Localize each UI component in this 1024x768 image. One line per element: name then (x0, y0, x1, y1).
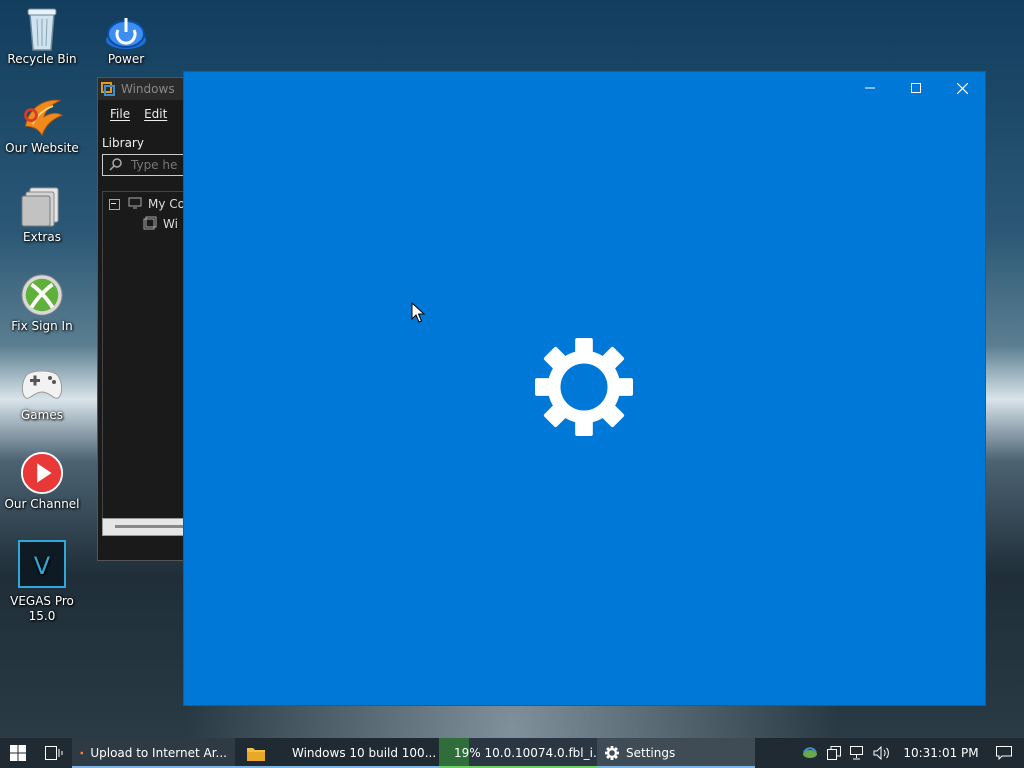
desktop-icon-label: Games (21, 408, 63, 422)
system-tray: 10:31:01 PM (798, 738, 1024, 768)
tray-download-manager[interactable] (798, 738, 822, 768)
search-icon (109, 157, 123, 174)
minimize-button[interactable] (847, 72, 893, 104)
task-view-button[interactable] (36, 738, 72, 768)
tree-item-label: Wi (163, 217, 178, 231)
gear-icon (605, 746, 619, 760)
desktop-icon-label: Our Website (5, 141, 79, 155)
tray-volume[interactable] (870, 738, 894, 768)
desktop-icon-label: VEGAS Pro 15.0 (10, 594, 74, 623)
tray-tablet-mode[interactable] (822, 738, 846, 768)
taskbar: Upload to Internet Ar... Windows 10 buil… (0, 738, 1024, 768)
tablet-mode-icon (827, 746, 841, 760)
taskbar-item-vmware[interactable]: Windows 10 build 100... (277, 738, 439, 768)
app-logo-icon (101, 82, 115, 96)
background-window-title: Windows (121, 82, 175, 96)
menu-file[interactable]: File (110, 107, 130, 121)
task-view-icon (45, 746, 63, 760)
mouse-cursor-icon (411, 302, 425, 323)
menu-edit[interactable]: Edit (144, 107, 167, 121)
taskbar-item-label: Settings (626, 746, 676, 760)
clock-time: 10:31:01 PM (903, 746, 979, 760)
vegas-icon: V (18, 540, 66, 588)
start-button[interactable] (0, 738, 36, 768)
desktop-icon-extras[interactable]: Extras (0, 184, 84, 245)
maximize-button[interactable] (893, 72, 939, 104)
desktop-icon-vegas-pro[interactable]: V VEGAS Pro 15.0 (0, 540, 84, 624)
notifications-icon (996, 746, 1012, 760)
chrome-icon (80, 751, 84, 755)
xbox-icon (20, 273, 64, 317)
desktop-icon-label: Power (107, 52, 145, 66)
clock[interactable]: 10:31:01 PM (898, 738, 984, 768)
recycle-bin-icon (20, 6, 64, 51)
tree-item-label: My Co (148, 197, 185, 211)
file-explorer-icon (247, 747, 265, 761)
tray-network[interactable] (846, 738, 870, 768)
desktop-icon-our-channel[interactable]: Our Channel (0, 451, 84, 512)
vm-icon (143, 216, 157, 233)
computer-icon (128, 197, 142, 212)
volume-icon (873, 746, 889, 760)
desktop-icon-recycle-bin[interactable]: Recycle Bin (0, 6, 84, 67)
window-caption-buttons (847, 72, 985, 104)
desktop-icon-our-website[interactable]: Our Website (0, 95, 84, 156)
close-icon (956, 82, 968, 94)
download-manager-icon (803, 747, 817, 758)
gamepad-icon (20, 362, 64, 406)
desktop-icon-label: Recycle Bin (7, 52, 77, 66)
power-icon (104, 6, 148, 50)
taskbar-item-chrome[interactable]: Upload to Internet Ar... (72, 738, 235, 768)
collapse-icon[interactable] (109, 198, 120, 210)
network-icon (850, 746, 863, 760)
taskbar-item-settings[interactable]: Settings (597, 738, 755, 768)
desktop-icon-power[interactable]: Power (84, 6, 168, 67)
folder-icon (20, 184, 64, 228)
action-center-button[interactable] (984, 738, 1024, 768)
svg-text:V: V (34, 552, 51, 580)
close-button[interactable] (939, 72, 985, 104)
maximize-icon (911, 83, 921, 93)
search-placeholder: Type he (131, 158, 178, 172)
taskbar-item-label: Upload to Internet Ar... (90, 746, 227, 760)
play-icon (20, 451, 64, 495)
taskbar-item-file-explorer[interactable] (235, 738, 277, 768)
gear-icon (535, 338, 633, 436)
taskbar-item-label: Windows 10 build 100... (292, 746, 437, 760)
desktop-icon-games[interactable]: Games (0, 362, 84, 423)
desktop-icon-label: Our Channel (4, 497, 80, 511)
minimize-icon (865, 87, 875, 89)
settings-window[interactable] (183, 71, 986, 706)
taskbar-item-label: 19% 10.0.10074.0.fbl_i... (454, 746, 605, 760)
taskbar-item-download[interactable]: 19% 10.0.10074.0.fbl_i... (439, 738, 604, 768)
desktop-icon-fix-sign-in[interactable]: Fix Sign In (0, 273, 84, 334)
windows-logo-icon (10, 745, 26, 761)
desktop-icon-label: Extras (23, 230, 61, 244)
desktop-icon-label: Fix Sign In (11, 319, 73, 333)
website-icon (20, 95, 64, 139)
